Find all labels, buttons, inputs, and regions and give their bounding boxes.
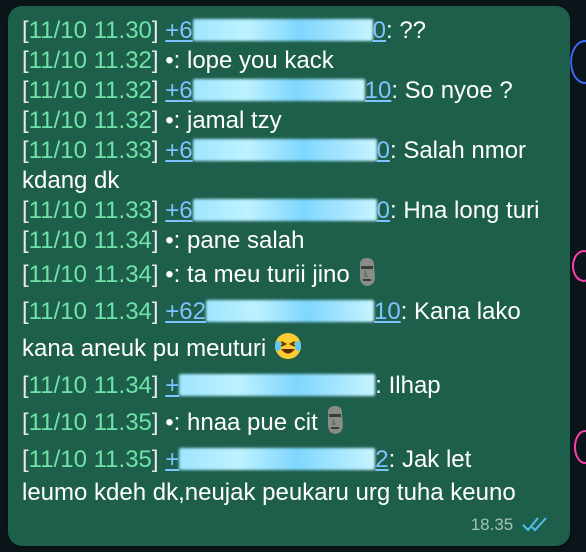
chat-line: [11/10 11.30] +6 0: ??: [22, 17, 427, 44]
double-check-read-icon: [522, 515, 552, 538]
sender-bullet: •: [165, 409, 174, 436]
message-time: 11/10 11.32: [28, 77, 152, 104]
sender-link[interactable]: +6 0: [165, 137, 390, 164]
chat-line: [11/10 11.34] +62 10: Kana lako: [22, 298, 521, 325]
message-time: 11/10 11.32: [28, 107, 152, 134]
message-time: 11/10 11.32: [28, 47, 152, 74]
chat-line: [11/10 11.35] •: hnaa pue cit: [22, 404, 567, 441]
sender-bullet: •: [165, 47, 174, 74]
chat-line: [11/10 11.34] •: pane salah: [22, 227, 305, 254]
sender-link[interactable]: +6 0: [165, 17, 386, 44]
message-time: 11/10 11.34: [28, 227, 152, 254]
redacted-number: [192, 199, 377, 221]
sender-link[interactable]: +6 0: [165, 197, 390, 224]
message-text: : jamal tzy: [173, 107, 282, 134]
message-time: 11/10 11.33: [28, 137, 152, 164]
chat-line: kdang dk: [22, 166, 567, 196]
message-text: : pane salah: [173, 227, 305, 254]
laughing-emoji-icon: [273, 331, 303, 372]
chat-line: [11/10 11.34] •: ta meu turii jino: [22, 256, 567, 293]
message-time: 11/10 11.34: [28, 261, 152, 288]
message-text: : So nyoe ?: [391, 77, 513, 104]
message-text: leumo kdeh dk,neujak peukaru urg tuha ke…: [22, 479, 516, 506]
message-time: 11/10 11.35: [28, 446, 152, 473]
message-text: : lope you kack: [173, 47, 334, 74]
sender-link[interactable]: +2: [165, 446, 388, 473]
message-time: 11/10 11.30: [28, 17, 152, 44]
message-time: 11/10 11.35: [28, 409, 152, 436]
message-time: 11/10 11.33: [28, 197, 152, 224]
chat-line: [11/10 11.34] +: Ilhap: [22, 372, 441, 399]
message-timestamp: 18.35: [470, 515, 514, 534]
redacted-number: [192, 139, 377, 161]
sender-link[interactable]: +62 10: [165, 298, 400, 325]
chat-line: [11/10 11.35] +2: Jak let: [22, 446, 472, 473]
message-body: [11/10 11.30] +6 0: ?? [11/10 11.32] •: l…: [22, 16, 567, 508]
message-text: : Ilhap: [375, 372, 441, 399]
redacted-number: [179, 374, 376, 396]
chat-line: [11/10 11.32] +6 10: So nyoe ?: [22, 77, 513, 104]
neon-decoration: [572, 250, 586, 282]
message-time: 11/10 11.34: [28, 298, 152, 325]
neon-decoration: [574, 430, 586, 464]
chat-line: [11/10 11.33] +6 0: Salah nmor: [22, 137, 527, 164]
sender-link[interactable]: +: [165, 372, 376, 399]
message-text: kdang dk: [22, 167, 120, 194]
message-text: : Salah nmor: [389, 137, 527, 164]
sender-bullet: •: [165, 227, 174, 254]
moai-emoji-icon: [324, 405, 346, 446]
moai-emoji-icon: [356, 257, 378, 298]
message-text: : ta meu turii jino: [173, 261, 350, 288]
redacted-number: [179, 448, 376, 470]
chat-line: leumo kdeh dk,neujak peukaru urg tuha ke…: [22, 478, 567, 508]
chat-line: kana aneuk pu meuturi: [22, 330, 567, 367]
message-text: : ??: [385, 17, 427, 44]
message-text: : Kana lako: [400, 298, 521, 325]
chat-line: [11/10 11.32] •: lope you kack: [22, 47, 334, 74]
message-text: : Jak let: [388, 446, 472, 473]
sender-link[interactable]: +6 10: [165, 77, 391, 104]
redacted-number: [205, 300, 374, 322]
chat-line: [11/10 11.32] •: jamal tzy: [22, 107, 282, 134]
redacted-number: [192, 19, 373, 41]
forwarded-message-bubble[interactable]: [11/10 11.30] +6 0: ?? [11/10 11.32] •: l…: [8, 6, 570, 546]
message-meta: 18.35: [471, 515, 552, 538]
sender-bullet: •: [165, 261, 174, 288]
chat-line: [11/10 11.33] +6 0: Hna long turi: [22, 197, 540, 224]
message-text: kana aneuk pu meuturi: [22, 335, 267, 362]
neon-decoration: [570, 40, 586, 84]
message-text: : Hna long turi: [389, 197, 540, 224]
redacted-number: [192, 79, 365, 101]
message-text: : hnaa pue cit: [173, 409, 318, 436]
sender-bullet: •: [165, 107, 174, 134]
message-time: 11/10 11.34: [28, 372, 152, 399]
